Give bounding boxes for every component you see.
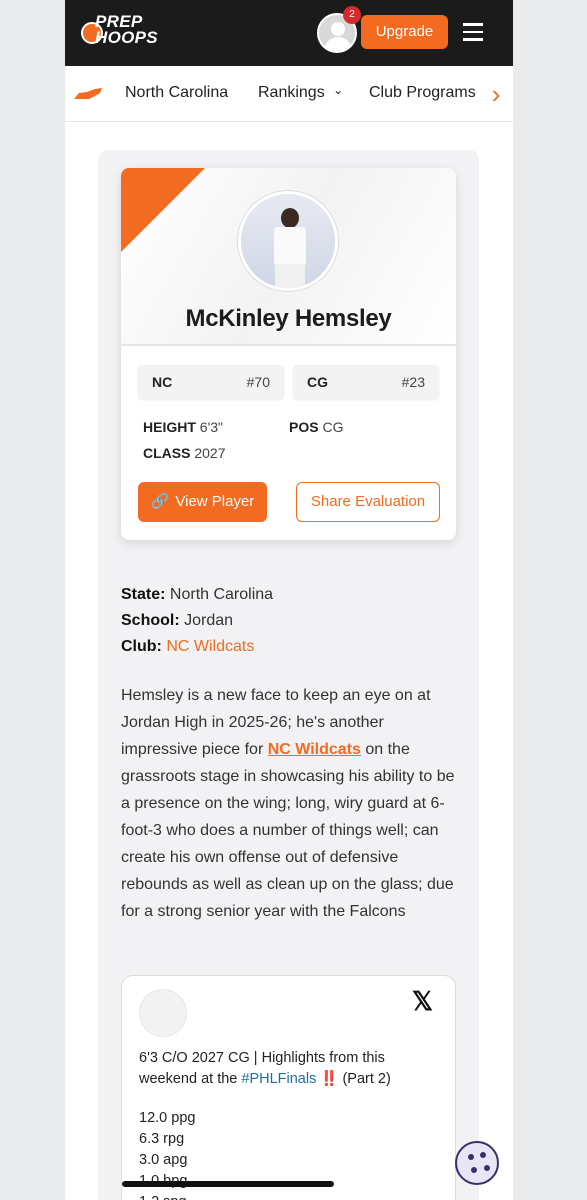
tweet-stat-line: 12.0 ppg <box>139 1110 196 1126</box>
main-content: McKinley Hemsley NC #70 CG #23 HEIGHT 6'… <box>98 150 479 1200</box>
prep-hoops-logo[interactable]: PREP HOOPS <box>81 13 169 52</box>
phone-viewport: PREP HOOPS 2 Upgrade North Carolina Rank… <box>65 0 513 1200</box>
tweet-author-avatar[interactable] <box>139 989 187 1037</box>
avatar-body-shape <box>324 37 352 51</box>
double-exclamation-icon: ‼️ <box>320 1071 339 1087</box>
pos-row: POS CG <box>289 419 343 435</box>
school-info: School: Jordan <box>121 612 233 630</box>
player-card: McKinley Hemsley NC #70 CG #23 HEIGHT 6'… <box>121 168 456 540</box>
evaluation-text: Hemsley is a new face to keep an eye on … <box>121 682 461 925</box>
tweet-text-b: (Part 2) <box>338 1071 391 1087</box>
tweet-headline: 6'3 C/O 2027 CG | Highlights from this w… <box>139 1048 439 1090</box>
height-value: 6'3" <box>199 419 223 435</box>
state-info: State: North Carolina <box>121 586 273 604</box>
logo-text: PREP HOOPS <box>95 13 158 47</box>
sub-nav: North Carolina Rankings ⌄ Club Programs … <box>65 66 513 122</box>
player-name: McKinley Hemsley <box>185 305 392 332</box>
tweet-stat-line: 3.0 apg <box>139 1152 188 1168</box>
position-rank-box: CG #23 <box>293 365 439 399</box>
pos-label: POS <box>289 419 319 435</box>
state-rank-value: #70 <box>246 374 270 390</box>
position-rank-value: #23 <box>401 374 425 390</box>
view-player-label: View Player <box>175 493 255 510</box>
state-value: North Carolina <box>169 586 274 603</box>
class-row: CLASS 2027 <box>143 445 226 461</box>
club-label: Club: <box>121 638 162 655</box>
club-info: Club: NC Wildcats <box>121 638 254 656</box>
state-rank-label: NC <box>152 374 173 390</box>
pos-value: CG <box>322 419 344 435</box>
evaluation-part-2: on the grassroots stage in showcasing hi… <box>121 741 455 920</box>
class-value: 2027 <box>194 445 226 461</box>
notification-badge: 2 <box>343 6 361 24</box>
nav-item-rankings[interactable]: Rankings ⌄ <box>258 83 344 102</box>
position-rank-label: CG <box>307 374 328 390</box>
tweet-hashtag-link[interactable]: #PHLFinals <box>241 1071 316 1087</box>
nav-item-rankings-label: Rankings <box>258 84 325 101</box>
evaluation-club-link[interactable]: NC Wildcats <box>268 741 361 758</box>
hamburger-menu-icon[interactable] <box>463 23 483 41</box>
tweet-stat-line: 1.2 spg <box>139 1192 439 1200</box>
orange-corner-accent <box>121 168 205 252</box>
player-photo <box>238 191 338 291</box>
chevron-right-icon[interactable]: › <box>479 78 513 112</box>
north-carolina-state-icon[interactable] <box>73 87 103 101</box>
nav-item-club-programs[interactable]: Club Programs <box>369 84 476 102</box>
chevron-down-icon: ⌄ <box>333 83 344 97</box>
class-label: CLASS <box>143 445 191 461</box>
height-label: HEIGHT <box>143 419 196 435</box>
school-value: Jordan <box>184 612 234 629</box>
logo-line-2: HOOPS <box>95 28 158 47</box>
tweet-stat-line: 6.3 rpg <box>139 1131 185 1147</box>
cookie-settings-icon[interactable] <box>455 1141 499 1185</box>
club-link[interactable]: NC Wildcats <box>166 638 254 655</box>
nav-item-north-carolina[interactable]: North Carolina <box>125 84 228 102</box>
x-logo-icon[interactable]: 𝕏 <box>412 986 433 1017</box>
upgrade-button[interactable]: Upgrade <box>361 15 448 49</box>
link-icon: 🔗 <box>150 493 170 510</box>
state-rank-box: NC #70 <box>138 365 284 399</box>
home-indicator[interactable] <box>122 1181 334 1187</box>
school-label: School: <box>121 612 180 629</box>
avatar-head-shape <box>331 22 345 36</box>
view-player-button[interactable]: 🔗 View Player <box>138 482 267 522</box>
height-row: HEIGHT 6'3" <box>143 419 223 435</box>
embedded-tweet[interactable]: 𝕏 6'3 C/O 2027 CG | Highlights from this… <box>121 975 456 1200</box>
player-card-header: McKinley Hemsley <box>121 168 456 346</box>
top-bar: PREP HOOPS 2 Upgrade <box>65 0 513 66</box>
tweet-body: 6'3 C/O 2027 CG | Highlights from this w… <box>139 1048 439 1200</box>
share-evaluation-button[interactable]: Share Evaluation <box>296 482 440 522</box>
state-label: State: <box>121 586 166 603</box>
